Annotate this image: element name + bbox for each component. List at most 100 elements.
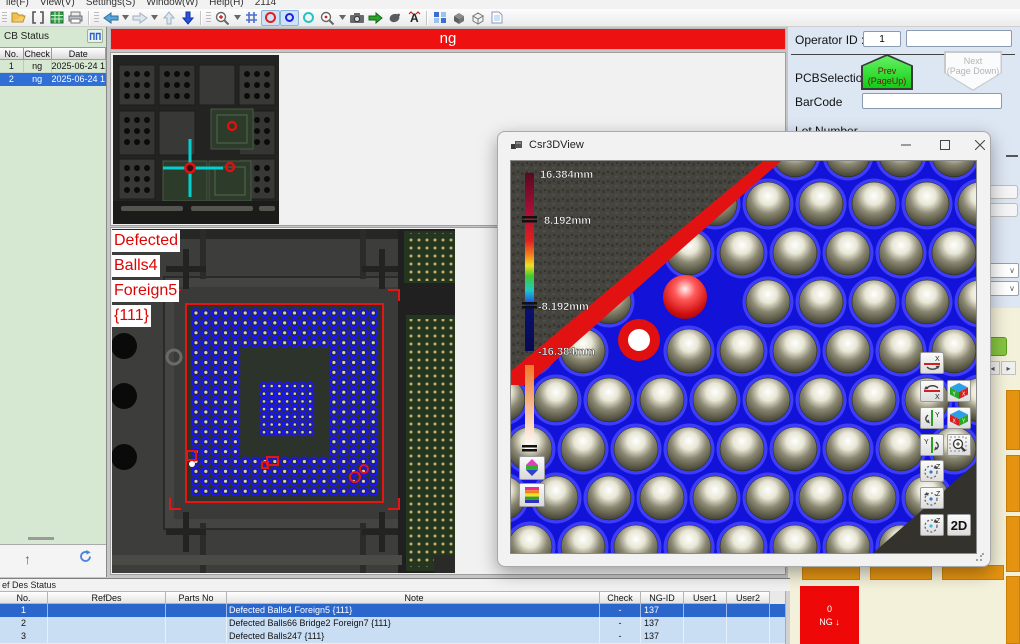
rotate-z-reset-button[interactable]: Z xyxy=(920,514,944,536)
view-3d-solid-button[interactable] xyxy=(449,10,468,26)
mark-blue-circle-button[interactable] xyxy=(280,10,299,26)
zoom-region-button[interactable] xyxy=(318,10,337,26)
side-button[interactable] xyxy=(988,185,1018,199)
rotate-x-up-button[interactable]: X xyxy=(920,352,944,374)
col-date[interactable]: Date xyxy=(52,47,106,60)
minimize-icon xyxy=(901,140,911,150)
run-next-button[interactable] xyxy=(366,10,385,26)
refresh-icon xyxy=(78,549,93,564)
col-no[interactable]: No. xyxy=(0,47,24,60)
overview-camera-image[interactable] xyxy=(113,55,279,224)
window-title-bar[interactable]: Csr3DView xyxy=(498,132,990,159)
zoom-region-menu-button[interactable] xyxy=(337,10,347,26)
palette-rainbow-button[interactable] xyxy=(519,483,545,507)
nav-forward-menu-button[interactable] xyxy=(149,10,159,26)
cyan-circle-icon xyxy=(302,11,315,24)
view-cube-iso-button[interactable]: YX xyxy=(947,380,971,402)
nav-back-button[interactable] xyxy=(101,10,120,26)
panel-splitter-handle[interactable] xyxy=(28,537,54,540)
pin-panel-button[interactable] xyxy=(87,29,103,43)
rotate-z-icon: Z xyxy=(922,489,942,507)
ng-tile[interactable] xyxy=(802,565,860,580)
minimize-button[interactable] xyxy=(887,133,925,157)
table-row[interactable]: 1 ng 2025-06-24 11:1 xyxy=(0,60,106,73)
table-row[interactable]: 2 Defected Balls66 Bridge2 Foreign7 {111… xyxy=(0,617,790,630)
camera-capture-button[interactable] xyxy=(347,10,366,26)
green-arrow-icon xyxy=(368,12,383,24)
view-3d-wire-button[interactable] xyxy=(468,10,487,26)
toolbar-separator xyxy=(200,11,201,25)
scroll-up-button[interactable]: ↑ xyxy=(24,551,31,567)
toolbar-grip[interactable] xyxy=(94,12,99,24)
prev-page-button[interactable]: Prev(PageUp) xyxy=(861,54,913,90)
rotate-z-ccw-button[interactable]: Z xyxy=(920,487,944,509)
thumbnail-grid-button[interactable] xyxy=(430,10,449,26)
mark-red-circle-button[interactable] xyxy=(261,10,280,26)
zoom-area-button[interactable] xyxy=(947,434,971,456)
ng-tile[interactable] xyxy=(870,565,932,580)
close-button[interactable] xyxy=(961,133,999,157)
maximize-button[interactable] xyxy=(926,133,964,157)
rotate-x-icon: X xyxy=(922,354,942,372)
open-folder-icon xyxy=(11,11,27,24)
menu-bar[interactable]: ile(F) View(V) Settings(S) Window(W) Hel… xyxy=(0,0,1020,9)
nav-up-button[interactable] xyxy=(159,10,178,26)
rotate-x-down-button[interactable]: X xyxy=(920,380,944,402)
ink-marker-button[interactable] xyxy=(385,10,404,26)
window-resize-grip[interactable] xyxy=(975,552,985,562)
ng-tile[interactable] xyxy=(1006,390,1020,450)
col-check[interactable]: Check xyxy=(24,47,52,60)
rotate-y-left-button[interactable]: Y xyxy=(920,407,944,429)
open-folder-button[interactable] xyxy=(9,10,28,26)
excel-export-button[interactable] xyxy=(47,10,66,26)
table-row-selected[interactable]: 1 Defected Balls4 Foreign5 {111} -137 xyxy=(0,604,790,617)
vertical-scrollbar[interactable] xyxy=(785,591,790,644)
rotate-y-right-button[interactable]: Y xyxy=(920,434,944,456)
ng-tile[interactable] xyxy=(1006,516,1020,572)
zoom-tool-button[interactable] xyxy=(213,10,232,26)
height-color-scale xyxy=(525,173,534,351)
3d-render[interactable]: 16.384mm 8.192mm -8.192mm -16.384mm xyxy=(511,161,977,554)
report-document-button[interactable] xyxy=(487,10,506,26)
nav-down-button[interactable] xyxy=(178,10,197,26)
toolbar-grip[interactable] xyxy=(2,12,7,24)
table-row-selected[interactable]: 2 ng 2025-06-24 11:1 xyxy=(0,73,106,86)
rotate-z-cw-button[interactable]: Z xyxy=(920,460,944,482)
text-annotation-button[interactable]: A xyxy=(404,10,423,26)
operator-name-input[interactable] xyxy=(906,30,1012,47)
refdes-table-header[interactable]: No.RefDes Parts NoNote CheckNG-ID User1U… xyxy=(0,591,790,604)
ng-tile[interactable] xyxy=(942,565,1004,580)
menu-items[interactable]: ile(F) View(V) Settings(S) Window(W) Hel… xyxy=(6,0,1020,8)
view-2d-button[interactable]: 2D xyxy=(947,514,971,536)
pcb-status-table: No. Check Date 1 ng 2025-06-24 11:1 2 ng… xyxy=(0,47,106,86)
table-row[interactable]: 3 Defected Balls247 {111} -137 xyxy=(0,630,790,643)
mark-cyan-circle-button[interactable] xyxy=(299,10,318,26)
svg-text:Z: Z xyxy=(936,518,941,525)
nav-down-icon xyxy=(182,11,194,25)
scroll-right-button[interactable]: ▸ xyxy=(1001,361,1016,375)
barcode-input[interactable] xyxy=(862,93,1002,109)
nav-back-menu-button[interactable] xyxy=(120,10,130,26)
toolbar-separator xyxy=(88,11,89,25)
ng-counter-tile[interactable]: 0 NG ↓ xyxy=(800,586,859,644)
grid-view-button[interactable] xyxy=(242,10,261,26)
red-circle-icon xyxy=(264,11,277,24)
selection-brackets-button[interactable] xyxy=(28,10,47,26)
view-cube-iso2-button[interactable]: XY xyxy=(947,407,971,429)
print-button[interactable] xyxy=(66,10,85,26)
svg-text:Y: Y xyxy=(935,412,940,419)
pcb-table-header[interactable]: No. Check Date xyxy=(0,47,106,60)
document-icon xyxy=(491,11,503,24)
nav-forward-button[interactable] xyxy=(130,10,149,26)
ng-tile[interactable] xyxy=(1006,576,1020,644)
toolbar-grip[interactable] xyxy=(206,12,211,24)
zoom-tool-menu-button[interactable] xyxy=(232,10,242,26)
palette-diamond-button[interactable] xyxy=(519,456,545,480)
refresh-button[interactable] xyxy=(78,549,93,569)
operator-id-input[interactable] xyxy=(863,31,901,47)
ng-tile[interactable] xyxy=(1006,455,1020,512)
side-button[interactable] xyxy=(988,203,1018,217)
csr3dview-window[interactable]: Csr3DView xyxy=(497,131,991,567)
3d-view-scene[interactable]: 16.384mm 8.192mm -8.192mm -16.384mm xyxy=(510,160,977,554)
next-page-button[interactable]: Next(Page Down) xyxy=(944,51,1002,91)
